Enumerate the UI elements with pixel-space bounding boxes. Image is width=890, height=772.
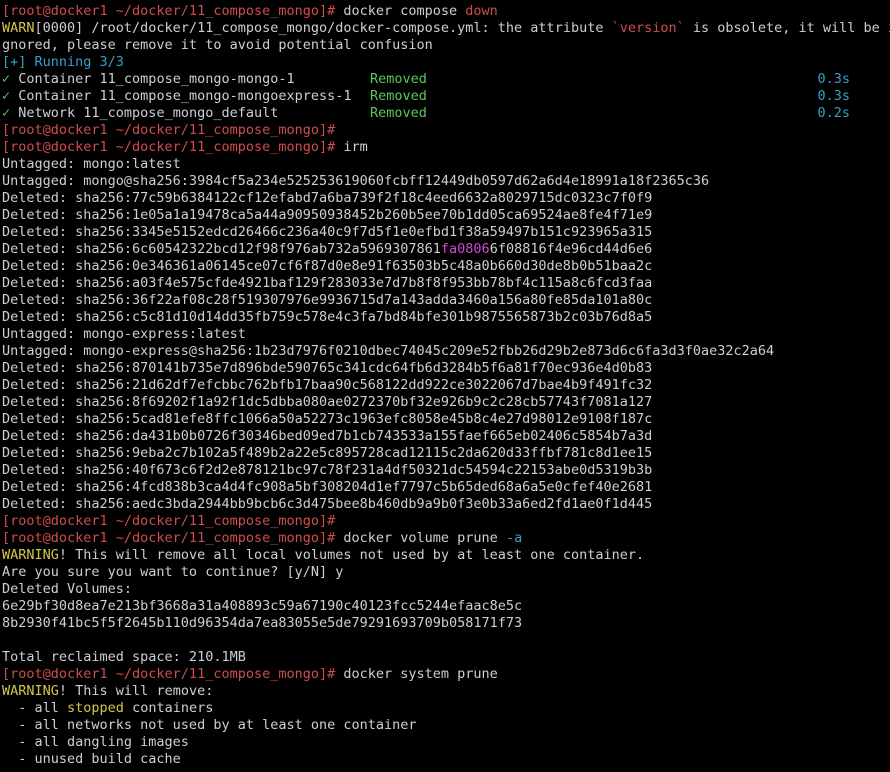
command-line: [root@docker1 ~/docker/11_compose_mongo]…	[2, 530, 890, 547]
warning-line: WARNING! This will remove all local volu…	[2, 547, 890, 564]
output-line: Deleted: sha256:5cad81efe8ffc1066a50a522…	[2, 411, 653, 427]
warning-line: WARN[0000] /root/docker/11_compose_mongo…	[2, 20, 890, 37]
check-icon: ✓	[2, 105, 11, 121]
check-icon: ✓	[2, 71, 11, 87]
shell-prompt: [root@docker1 ~/docker/11_compose_mongo]…	[2, 122, 336, 138]
compose-item-status: Removed	[370, 88, 427, 104]
output-line: Deleted: sha256:3345e5152edcd26466c236a4…	[2, 224, 653, 240]
warn-tag: WARNING	[2, 547, 59, 563]
command-line: [root@docker1 ~/docker/11_compose_mongo]…	[2, 513, 890, 530]
prune-item: - all stopped containers	[2, 700, 890, 717]
command-text: docker system prune	[335, 666, 498, 682]
output-line: Deleted: sha256:40f673c6f2d2e878121bc97c…	[2, 462, 653, 478]
output-line: Deleted: sha256:8f69202f1a92f1dc5dbba080…	[2, 394, 653, 410]
compose-item: ✓ Container 11_compose_mongo-mongoexpres…	[2, 88, 890, 105]
output-line-highlighted: Deleted: sha256:6c60542322bcd12f98f976ab…	[2, 241, 890, 258]
empty-prompt-line: [root@docker1 ~/docker/11_compose_mongo]…	[2, 122, 890, 139]
warn-text: [0000] /root/docker/11_compose_mongo/doc…	[34, 20, 612, 36]
compose-item-label: Container 11_compose_mongo-mongo-1	[10, 71, 295, 87]
output-line: Deleted: sha256:77c59b6384122cf12efabd7a…	[2, 190, 653, 206]
output-line: Deleted: sha256:870141b735e7d896bde59076…	[2, 360, 653, 376]
command-flag: -a	[505, 530, 523, 546]
shell-prompt: [root@docker1 ~/docker/11_compose_mongo]…	[2, 666, 336, 682]
check-icon: ✓	[2, 88, 11, 104]
output-line: Deleted: sha256:1e05a1a19478ca5a44a90950…	[2, 207, 653, 223]
output-line: Deleted: sha256:aedc3bda2944bb9bcb6c3d47…	[2, 496, 653, 512]
compose-item-time: 0.3s	[817, 88, 850, 104]
warn-text: ! This will remove:	[58, 683, 214, 699]
output-line: Untagged: mongo-express@sha256:1b23d7976…	[2, 343, 775, 359]
shell-prompt: [root@docker1 ~/docker/11_compose_mongo]…	[2, 3, 336, 19]
output-text: 6f08816f4e96cd44d6e6	[489, 241, 653, 257]
output-line: Deleted: sha256:36f22af08c28f519307976e9…	[2, 292, 653, 308]
output-text: Deleted: sha256:6c60542322bcd12f98f976ab…	[2, 241, 441, 257]
reclaimed-line: Total reclaimed space: 210.1MB	[2, 649, 246, 665]
compose-item-status: Removed	[370, 71, 427, 87]
warn-tag: WARN	[2, 20, 35, 36]
output-line: Deleted: sha256:0e346361a06145ce07cf6f87…	[2, 258, 653, 274]
compose-item: ✓ Container 11_compose_mongo-mongo-1 Remo…	[2, 71, 890, 88]
warning-line: WARNING! This will remove:	[2, 683, 890, 700]
output-line: Deleted: sha256:c5c81d10d14dd35fb759c578…	[2, 309, 653, 325]
volume-id: 6e29bf30d8ea7e213bf3668a31a408893c59a671…	[2, 598, 523, 614]
compose-item-time: 0.3s	[817, 71, 850, 87]
command-line: [root@docker1 ~/docker/11_compose_mongo]…	[2, 3, 890, 20]
prune-item: - all networks not used by at least one …	[2, 717, 417, 733]
command-text: irm	[335, 139, 368, 155]
compose-item: ✓ Network 11_compose_mongo_default Remove…	[2, 105, 890, 122]
warn-tag: WARNING	[2, 683, 59, 699]
warn-text: ! This will remove all local volumes not…	[58, 547, 645, 563]
command-line: [root@docker1 ~/docker/11_compose_mongo]…	[2, 666, 890, 683]
command-line: [root@docker1 ~/docker/11_compose_mongo]…	[2, 139, 890, 156]
warning-line-2: gnored, please remove it to avoid potent…	[2, 37, 433, 53]
search-highlight: fa0806	[440, 241, 490, 257]
compose-item-time: 0.2s	[817, 105, 850, 121]
compose-item-label: Network 11_compose_mongo_default	[10, 105, 279, 121]
output-line: Deleted: sha256:9eba2c7b102a5f489b2a22e5…	[2, 445, 653, 461]
warn-text-cont: is obsolete, it will be i	[684, 20, 890, 36]
terminal-window[interactable]: [root@docker1 ~/docker/11_compose_mongo]…	[0, 0, 890, 772]
prune-item: - unused build cache	[2, 751, 181, 767]
prune-item: - all dangling images	[2, 734, 189, 750]
output-line: Untagged: mongo:latest	[2, 156, 181, 172]
output-line: Deleted: sha256:4fcd838b3ca4d4fc908a5bf3…	[2, 479, 653, 495]
output-line: Deleted: sha256:21d62df7efcbbc762bfb17ba…	[2, 377, 653, 393]
warn-attribute: `version`	[611, 20, 685, 36]
compose-item-label: Container 11_compose_mongo-mongoexpress-…	[10, 88, 352, 104]
prune-item-highlight: stopped	[67, 700, 124, 716]
command-text: docker volume prune	[335, 530, 506, 546]
shell-prompt: [root@docker1 ~/docker/11_compose_mongo]…	[2, 530, 336, 546]
command-arg: down	[465, 3, 498, 19]
confirm-line: Are you sure you want to continue? [y/N]…	[2, 564, 344, 580]
output-line: Deleted: sha256:a03f4e575cfde4921baf129f…	[2, 275, 653, 291]
shell-prompt: [root@docker1 ~/docker/11_compose_mongo]…	[2, 139, 336, 155]
command-text: docker compose	[335, 3, 466, 19]
output-line: Deleted: sha256:da431b0b0726f30346bed09e…	[2, 428, 653, 444]
output-line: Deleted Volumes:	[2, 581, 133, 597]
shell-prompt: [root@docker1 ~/docker/11_compose_mongo]…	[2, 513, 336, 529]
running-status: [+] Running 3/3	[2, 54, 124, 70]
output-line: Untagged: mongo@sha256:3984cf5a234e52525…	[2, 173, 710, 189]
prune-item-text: containers	[123, 700, 214, 716]
output-line: Untagged: mongo-express:latest	[2, 326, 246, 342]
volume-id: 8b2930f41bc5f5f2645b110d96354da7ea83055e…	[2, 615, 523, 631]
compose-item-status: Removed	[370, 105, 427, 121]
prune-item-text: - all	[2, 700, 68, 716]
